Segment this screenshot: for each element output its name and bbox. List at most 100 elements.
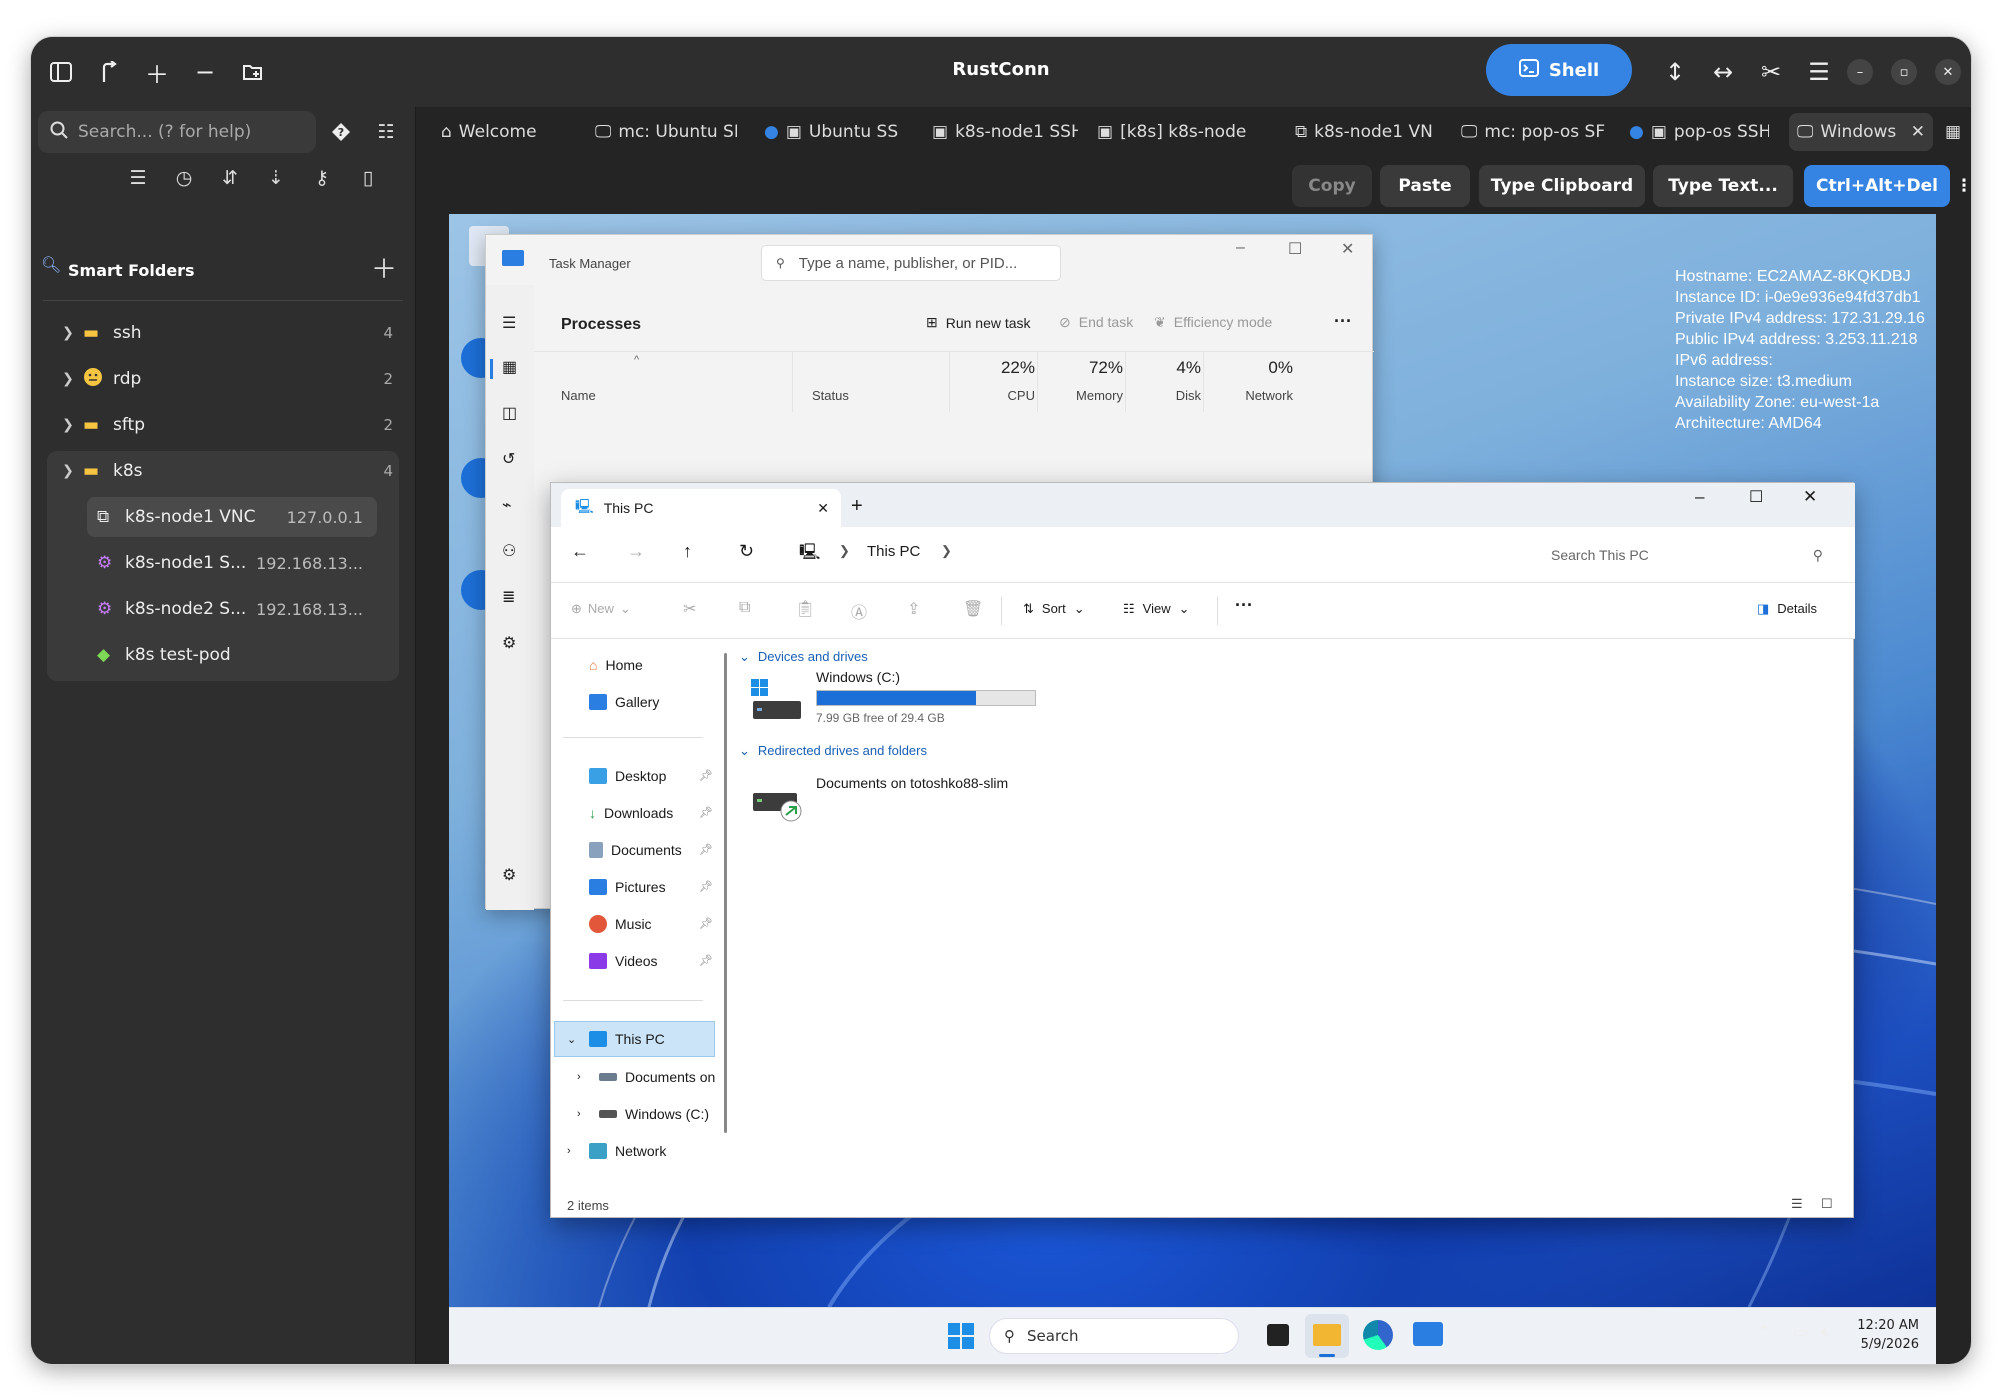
sort-icon[interactable]: ⇣ xyxy=(261,163,291,193)
close-tab-icon[interactable]: ✕ xyxy=(817,500,829,517)
ctrl-alt-del-button[interactable]: Ctrl+Alt+Del xyxy=(1804,165,1950,207)
sort-tree-icon[interactable]: ⇵ xyxy=(215,163,245,193)
grid-view-icon[interactable]: ▦ xyxy=(1945,113,1965,151)
new-button[interactable]: ⊕ New ⌄ xyxy=(571,601,631,617)
connection-k8s-node1-vnc[interactable]: ⧉ k8s-node1 VNC 127.0.0.1 xyxy=(87,497,377,537)
end-task-button[interactable]: ⊘ End task xyxy=(1059,314,1133,331)
nav-documents-on[interactable]: › Documents on xyxy=(577,1063,715,1091)
nav-windows-c[interactable]: › Windows (C:) xyxy=(577,1100,709,1128)
tab-k8s-node1-ssh[interactable]: ▣ k8s-node1 SSH xyxy=(932,113,1078,151)
taskbar-search[interactable]: ⚲ Search xyxy=(989,1318,1239,1354)
group-k8s[interactable]: ❯ ▬ k8s 4 xyxy=(53,451,413,491)
group-ssh[interactable]: ❯ ▬ ssh 4 xyxy=(53,313,413,353)
refresh-icon[interactable]: ↻ xyxy=(739,541,754,562)
redirected-item[interactable]: Documents on totoshko88-slim xyxy=(816,775,1008,791)
settings-icon[interactable]: ⚙ xyxy=(502,865,516,885)
nav-pictures[interactable]: Pictures xyxy=(589,873,666,901)
more-options-icon[interactable]: ··· xyxy=(1235,595,1253,616)
view-button[interactable]: ☷ View ⌄ xyxy=(1123,601,1190,617)
network-status-icon[interactable]: ▭ xyxy=(1793,1322,1808,1341)
minimize-icon[interactable]: – xyxy=(1236,239,1245,257)
app-history-icon[interactable]: ↺ xyxy=(502,449,515,469)
column-status[interactable]: Status xyxy=(812,388,849,403)
nav-desktop[interactable]: Desktop xyxy=(589,762,666,790)
efficiency-mode-button[interactable]: ❦ Efficiency mode xyxy=(1154,314,1272,331)
nav-home[interactable]: ⌂ Home xyxy=(589,651,643,679)
pin-icon[interactable]: 📌︎ xyxy=(699,769,713,782)
nav-music[interactable]: Music xyxy=(589,910,652,938)
section-redirected[interactable]: ⌄ Redirected drives and folders xyxy=(739,743,927,759)
column-network[interactable]: Network xyxy=(1203,388,1293,403)
maximize-icon[interactable]: ☐ xyxy=(1288,239,1302,259)
explorer-search-input[interactable]: Search This PC ⚲ xyxy=(1541,537,1841,573)
minimize-icon[interactable]: – xyxy=(1847,59,1873,85)
paste-icon[interactable]: 📋︎ xyxy=(795,599,815,619)
nav-network[interactable]: › Network xyxy=(567,1137,666,1165)
pin-icon[interactable]: 📌︎ xyxy=(699,954,713,967)
paste-button[interactable]: Paste xyxy=(1380,165,1470,207)
type-clipboard-button[interactable]: Type Clipboard xyxy=(1479,165,1645,207)
close-tab-icon[interactable]: ✕ xyxy=(1911,122,1925,142)
type-text-button[interactable]: Type Text... xyxy=(1653,165,1793,207)
details-icon[interactable]: ≣ xyxy=(502,587,515,607)
tab-pop-os-ssh[interactable]: ● ▣ pop-os SSH xyxy=(1629,113,1769,151)
list-view-icon[interactable]: ☰ xyxy=(1791,1196,1803,1212)
file-explorer-taskbar-button[interactable] xyxy=(1305,1314,1349,1358)
edge-icon[interactable] xyxy=(1363,1320,1393,1350)
copy-icon[interactable]: ⧉ xyxy=(739,599,750,617)
tab-mc-ubuntu[interactable]: 🖵︎ mc: Ubuntu SF xyxy=(595,113,737,151)
tools-icon[interactable]: ✂ xyxy=(1753,54,1789,90)
cut-icon[interactable]: ✂ xyxy=(683,599,696,619)
menu-icon[interactable]: ☰ xyxy=(1801,54,1837,90)
services-icon[interactable]: ⚙ xyxy=(502,633,516,653)
close-icon[interactable]: ✕ xyxy=(1341,239,1354,259)
explorer-tab-this-pc[interactable]: 🖳︎ This PC ✕ xyxy=(561,489,841,527)
column-name[interactable]: Name xyxy=(561,388,596,403)
pin-icon[interactable]: 📌︎ xyxy=(699,843,713,856)
key-icon[interactable]: ⚷ xyxy=(307,163,337,193)
group-sftp[interactable]: ❯ ▬ sftp 2 xyxy=(53,405,413,445)
nav-gallery[interactable]: Gallery xyxy=(589,688,659,716)
column-disk[interactable]: Disk xyxy=(1125,388,1201,403)
pin-icon[interactable]: 📌︎ xyxy=(699,917,713,930)
start-icon[interactable] xyxy=(947,1322,975,1350)
tab-welcome[interactable]: ⌂ Welcome xyxy=(441,113,559,151)
chevron-up-icon[interactable]: ⌃ xyxy=(1757,1322,1770,1341)
tab-k8s-node1-vnc[interactable]: ⧉ k8s-node1 VN xyxy=(1295,113,1441,151)
task-manager-search[interactable]: ⚲ Type a name, publisher, or PID... xyxy=(761,245,1061,281)
pin-icon[interactable]: 📌︎ xyxy=(699,806,713,819)
copy-button[interactable]: Copy xyxy=(1292,165,1372,207)
task-view-icon[interactable] xyxy=(1267,1324,1289,1346)
details-button[interactable]: ◨ Details xyxy=(1757,601,1817,617)
pin-icon[interactable]: 📌︎ xyxy=(699,880,713,893)
add-smart-folder-icon[interactable]: ＋ xyxy=(369,252,399,285)
column-memory[interactable]: Memory xyxy=(1037,388,1123,403)
shell-button[interactable]: Shell xyxy=(1486,44,1632,96)
more-options-icon[interactable]: ··· xyxy=(1334,311,1352,332)
drive-name[interactable]: Windows (C:) xyxy=(816,669,900,685)
nav-documents[interactable]: Documents xyxy=(589,836,682,864)
nav-videos[interactable]: Videos xyxy=(589,947,658,975)
close-icon[interactable]: ✕ xyxy=(1935,59,1961,85)
tiles-view-icon[interactable]: ☐ xyxy=(1821,1196,1833,1212)
list-icon[interactable]: ☰ xyxy=(123,163,153,193)
minimize-icon[interactable]: – xyxy=(1695,487,1704,507)
section-devices[interactable]: ⌄ Devices and drives xyxy=(739,649,868,665)
performance-icon[interactable]: ◫ xyxy=(502,403,517,423)
new-tab-icon[interactable]: + xyxy=(851,495,863,518)
connection-k8s-test-pod[interactable]: ◆ k8s test-pod xyxy=(87,635,377,675)
sort-button[interactable]: ⇅ Sort ⌄ xyxy=(1023,601,1085,617)
recent-icon[interactable]: ◷ xyxy=(169,163,199,193)
group-rdp[interactable]: ❯ rdp 2 xyxy=(53,359,413,399)
breadcrumb-chevron-icon[interactable]: ❯ xyxy=(941,543,952,559)
split-vertical-icon[interactable]: ↕ xyxy=(1657,54,1693,90)
maximize-icon[interactable]: ☐ xyxy=(1749,487,1763,507)
maximize-icon[interactable]: ▫ xyxy=(1891,59,1917,85)
tab-k8s-k8s-node[interactable]: ▣ [k8s] k8s-node xyxy=(1097,113,1259,151)
delete-icon[interactable]: 🗑︎ xyxy=(963,599,983,619)
split-horizontal-icon[interactable]: ↔ xyxy=(1705,54,1741,90)
run-new-task-button[interactable]: ⊞ Run new task xyxy=(926,314,1031,331)
startup-icon[interactable]: ⌁ xyxy=(502,495,512,515)
help-icon[interactable]: ? xyxy=(326,117,356,147)
close-icon[interactable]: ✕ xyxy=(1803,487,1817,507)
